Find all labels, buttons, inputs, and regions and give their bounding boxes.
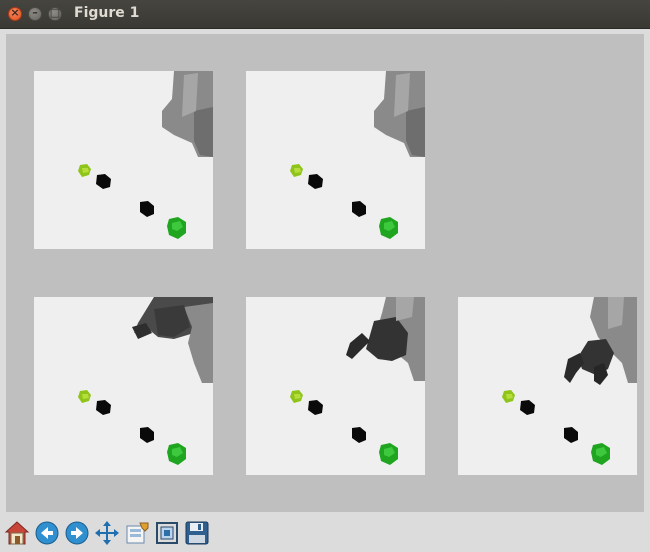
navigation-toolbar <box>0 516 650 552</box>
home-icon <box>4 521 30 545</box>
green-block <box>167 443 186 465</box>
maximize-icon: □ <box>49 6 61 19</box>
robot-arm <box>162 71 213 157</box>
close-button[interactable]: × <box>8 6 22 21</box>
green-block <box>379 217 398 239</box>
black-block <box>96 400 111 415</box>
zoom-to-rect-icon <box>156 522 178 544</box>
green-block <box>167 217 186 239</box>
black-block <box>520 400 535 415</box>
figure-canvas[interactable] <box>6 34 644 512</box>
back-button[interactable] <box>34 520 60 546</box>
minimize-button[interactable]: – <box>28 6 42 21</box>
robot-arm <box>374 71 425 157</box>
yellow-green-block <box>502 390 515 403</box>
black-block <box>96 174 111 189</box>
window-titlebar: × – □ Figure 1 <box>0 0 650 29</box>
forward-button[interactable] <box>64 520 90 546</box>
black-block <box>564 427 578 443</box>
robot-arm <box>346 297 425 381</box>
black-block <box>352 201 366 217</box>
black-block <box>308 400 323 415</box>
black-block <box>352 427 366 443</box>
minimize-icon: – <box>32 6 38 19</box>
panel-row1-col1 <box>34 71 213 249</box>
yellow-green-block <box>290 390 303 403</box>
back-icon <box>35 521 59 545</box>
save-icon <box>185 521 209 545</box>
black-block <box>140 427 154 443</box>
home-button[interactable] <box>4 520 30 546</box>
save-button[interactable] <box>184 520 210 546</box>
green-block <box>591 443 610 465</box>
panel-row2-col3 <box>458 297 637 475</box>
panel-row2-col2 <box>246 297 425 475</box>
window-title: Figure 1 <box>74 5 140 21</box>
black-block <box>308 174 323 189</box>
green-block <box>379 443 398 465</box>
pan-icon <box>95 521 119 545</box>
yellow-green-block <box>78 390 91 403</box>
configure-subplots-button[interactable] <box>124 520 150 546</box>
forward-icon <box>65 521 89 545</box>
pan-button[interactable] <box>94 520 120 546</box>
close-icon: × <box>10 6 20 19</box>
yellow-green-block <box>78 164 91 177</box>
yellow-green-block <box>290 164 303 177</box>
panel-row1-col2 <box>246 71 425 249</box>
robot-arm <box>564 297 637 385</box>
maximize-button[interactable]: □ <box>48 6 62 21</box>
black-block <box>140 201 154 217</box>
zoom-to-rect-button[interactable] <box>154 520 180 546</box>
panel-row2-col1 <box>34 297 213 475</box>
configure-subplots-icon <box>126 522 149 544</box>
robot-arm <box>132 297 213 383</box>
